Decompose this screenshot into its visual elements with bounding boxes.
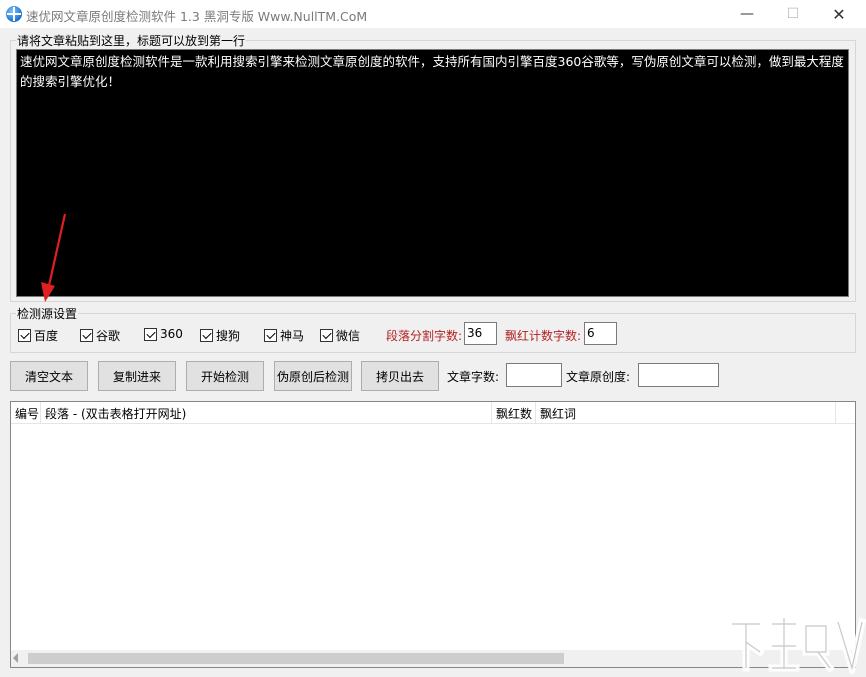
globe-icon [6,6,22,22]
word-count-label: 文章字数: [447,370,500,384]
start-check-button[interactable]: 开始检测 [186,361,264,391]
red-arrow-icon [41,213,67,302]
paste-in-button[interactable]: 复制进来 [98,361,176,391]
column-header-number[interactable]: 编号 [11,402,41,424]
copy-out-button[interactable]: 拷贝出去 [361,361,439,391]
close-button[interactable]: ✕ [816,0,862,28]
xiazaiba-watermark-icon [728,614,866,674]
checkbox-label: 百度 [34,329,59,343]
clear-text-button[interactable]: 清空文本 [10,361,88,391]
checkbox-shenma[interactable]: 神马 [264,327,304,344]
checkbox-checked-icon[interactable] [320,329,333,342]
title-bar: 速优网文章原创度检测软件 1.3 黑洞专版 Www.NullTM.CoM — ☐… [0,0,866,28]
window-title: 速优网文章原创度检测软件 1.3 黑洞专版 Www.NullTM.CoM [26,9,368,24]
checkbox-checked-icon[interactable] [264,329,277,342]
originality-field[interactable] [638,363,719,387]
maximize-button[interactable]: ☐ [770,0,816,28]
pseudo-original-check-button[interactable]: 伪原创后检测 [274,361,352,391]
checkbox-checked-icon[interactable] [144,327,157,341]
red-count-input[interactable]: 6 [584,322,617,345]
scrollbar-thumb[interactable] [28,653,564,664]
column-header-paragraph[interactable]: 段落 - (双击表格打开网址) [41,402,492,424]
checkbox-checked-icon[interactable] [18,329,31,342]
checkbox-baidu[interactable]: 百度 [18,327,58,344]
checkbox-label: 谷歌 [96,329,121,343]
minimize-button[interactable]: — [724,0,770,28]
segment-length-label: 段落分割字数: [386,329,463,343]
checkbox-label: 微信 [336,329,361,343]
column-header-red-count[interactable]: 飘红数 [492,402,536,424]
checkbox-checked-icon[interactable] [80,329,93,342]
scroll-left-icon[interactable] [13,653,18,663]
checkbox-google[interactable]: 谷歌 [80,327,120,344]
column-header-red-words[interactable]: 飘红词 [536,402,836,424]
checkbox-label: 搜狗 [216,329,241,343]
segment-length-input[interactable]: 36 [464,322,497,345]
word-count-field[interactable] [506,363,562,387]
checkbox-360[interactable]: 360 [144,327,183,341]
checkbox-wechat[interactable]: 微信 [320,327,360,344]
originality-label: 文章原创度: [566,370,631,384]
article-group-label: 请将文章粘贴到这里，标题可以放到第一行 [16,32,247,49]
checkbox-sogou[interactable]: 搜狗 [200,327,240,344]
checkbox-checked-icon[interactable] [200,329,213,342]
checkbox-label: 神马 [280,329,305,343]
checkbox-label: 360 [160,327,183,341]
results-table-header: 编号 段落 - (双击表格打开网址) 飘红数 飘红词 [11,402,855,424]
article-textarea[interactable]: 速优网文章原创度检测软件是一款利用搜索引擎来检测文章原创度的软件，支持所有国内引… [16,49,849,297]
red-count-label: 飘红计数字数: [505,329,582,343]
